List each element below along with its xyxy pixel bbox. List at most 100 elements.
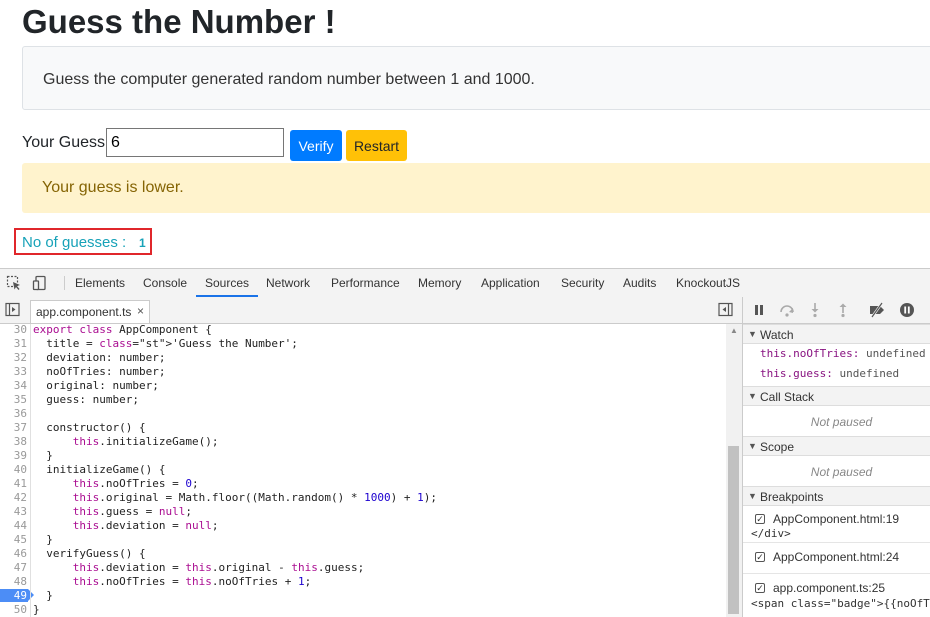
page-title: Guess the Number ! — [22, 3, 336, 40]
line-number[interactable]: 35 — [0, 393, 27, 407]
breakpoints-section-header[interactable]: ▼ Breakpoints — [743, 486, 930, 506]
devtools-panel: Elements Console Sources Network Performance… — [0, 268, 930, 617]
tab-memory[interactable]: Memory — [418, 269, 461, 297]
line-number[interactable]: 31 — [0, 337, 27, 351]
line-number[interactable]: 50 — [0, 603, 27, 617]
tab-console[interactable]: Console — [143, 269, 187, 297]
expand-triangle-icon: ▼ — [748, 329, 757, 339]
code-line: this.initializeGame(); — [72, 435, 219, 448]
tab-sources[interactable]: Sources — [196, 269, 259, 297]
watch-expression: this.noOfTries: — [760, 347, 860, 360]
breakpoint-code: </div> — [751, 527, 791, 540]
device-toolbar-icon[interactable] — [32, 275, 48, 291]
breakpoint-checkbox[interactable]: ✓ — [755, 514, 765, 524]
debugger-toolbar — [743, 297, 930, 324]
code-line: original: number; — [33, 379, 159, 392]
tab-knockoutjs[interactable]: KnockoutJS — [676, 269, 740, 297]
line-number[interactable]: 33 — [0, 365, 27, 379]
line-number[interactable]: 37 — [0, 421, 27, 435]
code-line: } — [33, 449, 53, 462]
editor-scrollbar[interactable]: ▲ — [726, 324, 742, 617]
step-out-icon[interactable] — [835, 302, 851, 318]
breakpoint-item[interactable]: ✓ AppComponent.html:19 </div> — [743, 506, 930, 543]
code-line: deviation: number; — [33, 351, 166, 364]
call-stack-section-header[interactable]: ▼ Call Stack — [743, 386, 930, 406]
line-number[interactable]: 42 — [0, 491, 27, 505]
code-line: noOfTries: number; — [33, 365, 166, 378]
step-into-icon[interactable] — [807, 302, 823, 318]
expand-triangle-icon: ▼ — [748, 441, 757, 451]
code-line: title = class="st">'Guess the Number'; — [33, 337, 298, 350]
open-file-name: app.component.ts — [36, 305, 132, 319]
line-number[interactable]: 32 — [0, 351, 27, 365]
line-number[interactable]: 34 — [0, 379, 27, 393]
breakpoint-checkbox[interactable]: ✓ — [755, 552, 765, 562]
breakpoint-item[interactable]: ✓ app.component.ts:25 <span class="badge… — [743, 574, 930, 617]
breakpoint-location: AppComponent.html:24 — [773, 550, 900, 564]
inspect-element-icon[interactable] — [6, 275, 22, 291]
breakpoint-location: AppComponent.html:19 — [773, 512, 900, 526]
instructions-panel: Guess the computer generated random numb… — [22, 46, 930, 110]
close-tab-icon[interactable]: × — [137, 304, 144, 318]
sources-editor: app.component.ts × 30 export class AppCom… — [0, 297, 743, 617]
expand-triangle-icon: ▼ — [748, 491, 757, 501]
pause-icon[interactable] — [751, 302, 767, 318]
code-line: this.deviation = this.original - this.gu… — [72, 561, 365, 574]
line-number[interactable]: 43 — [0, 505, 27, 519]
watch-section-header[interactable]: ▼ Watch — [743, 324, 930, 344]
watch-item[interactable]: this.noOfTries: undefined — [760, 347, 926, 360]
open-file-tab[interactable]: app.component.ts × — [30, 300, 150, 323]
result-alert-text: Your guess is lower. — [42, 179, 184, 196]
toolbar-divider — [64, 276, 65, 290]
breakpoint-checkbox[interactable]: ✓ — [755, 583, 765, 593]
line-gutter — [30, 324, 31, 617]
guesses-count-badge: 1 — [139, 236, 146, 250]
guess-input[interactable] — [106, 128, 284, 157]
tab-application[interactable]: Application — [481, 269, 540, 297]
scrollbar-thumb[interactable] — [728, 446, 739, 614]
restart-button[interactable]: Restart — [346, 130, 407, 161]
line-number[interactable]: 40 — [0, 463, 27, 477]
toggle-navigator-icon[interactable] — [5, 302, 20, 317]
tab-audits[interactable]: Audits — [623, 269, 656, 297]
line-number[interactable]: 41 — [0, 477, 27, 491]
code-line: this.noOfTries = this.noOfTries + 1; — [72, 575, 312, 588]
scroll-up-icon[interactable]: ▲ — [730, 326, 738, 335]
line-number[interactable]: 49 — [0, 589, 27, 603]
line-number[interactable]: 39 — [0, 449, 27, 463]
devtools-tab-bar: Elements Console Sources Network Performance… — [0, 269, 930, 298]
scope-status: Not paused — [810, 465, 873, 479]
tab-security[interactable]: Security — [561, 269, 604, 297]
code-line: this.guess = null; — [72, 505, 192, 518]
line-number[interactable]: 46 — [0, 547, 27, 561]
watch-item[interactable]: this.guess: undefined — [760, 367, 899, 380]
deactivate-breakpoints-icon[interactable] — [869, 302, 885, 318]
tab-elements[interactable]: Elements — [75, 269, 125, 297]
line-number[interactable]: 36 — [0, 407, 27, 421]
tab-performance[interactable]: Performance — [331, 269, 400, 297]
line-number[interactable]: 45 — [0, 533, 27, 547]
pause-on-exceptions-icon[interactable] — [899, 302, 915, 318]
code-view[interactable]: 30 export class AppComponent { 31 title = … — [0, 323, 726, 617]
watch-section-label: Watch — [760, 328, 794, 342]
breakpoint-item[interactable]: ✓ AppComponent.html:24 — [743, 543, 930, 574]
breakpoint-code: <span class="badge">{{noOfT — [751, 597, 930, 610]
line-number[interactable]: 47 — [0, 561, 27, 575]
guess-label: Your Guess: — [22, 134, 110, 151]
code-line: guess: number; — [33, 393, 139, 406]
toggle-debugger-icon[interactable] — [718, 302, 733, 317]
line-number[interactable]: 38 — [0, 435, 27, 449]
scope-section-label: Scope — [760, 440, 795, 454]
expand-triangle-icon: ▼ — [748, 391, 757, 401]
line-number[interactable]: 48 — [0, 575, 27, 589]
instructions-text: Guess the computer generated random numb… — [43, 71, 535, 88]
verify-button[interactable]: Verify — [290, 130, 342, 161]
scope-section-header[interactable]: ▼ Scope — [743, 436, 930, 456]
line-number[interactable]: 30 — [0, 323, 27, 337]
line-number[interactable]: 44 — [0, 519, 27, 533]
watch-value: undefined — [839, 367, 900, 380]
step-over-icon[interactable] — [779, 302, 795, 318]
tab-network[interactable]: Network — [266, 269, 310, 297]
watch-expression: this.guess: — [760, 367, 833, 380]
code-line: export class AppComponent { — [33, 323, 212, 336]
